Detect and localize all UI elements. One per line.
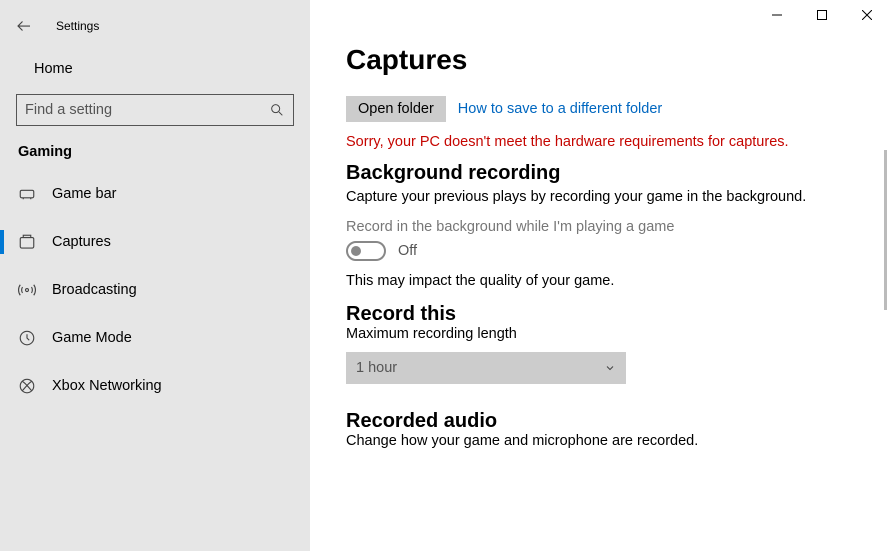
chevron-down-icon: [604, 362, 616, 374]
background-recording-toggle[interactable]: [346, 241, 386, 261]
scrollbar[interactable]: [884, 150, 887, 310]
recorded-audio-title: Recorded audio: [346, 410, 836, 433]
background-recording-desc: Capture your previous plays by recording…: [346, 189, 836, 205]
nav-label: Xbox Networking: [52, 378, 162, 394]
content-scroll[interactable]: Captures Open folder How to save to a di…: [310, 0, 889, 551]
page-title: Captures: [346, 44, 836, 76]
nav-label: Broadcasting: [52, 282, 137, 298]
toggle-knob: [351, 246, 361, 256]
max-length-label: Maximum recording length: [346, 326, 836, 342]
dropdown-value: 1 hour: [356, 360, 397, 376]
close-button[interactable]: [844, 0, 889, 30]
app-title: Settings: [56, 19, 99, 33]
window-controls: [754, 0, 889, 30]
toggle-state-label: Off: [398, 243, 417, 259]
section-header-gaming: Gaming: [0, 140, 310, 174]
recorded-audio-desc: Change how your game and microphone are …: [346, 433, 836, 449]
arrow-left-icon: [15, 17, 33, 35]
nav-label: Game Mode: [52, 330, 132, 346]
sidebar-item-captures[interactable]: Captures: [0, 222, 310, 262]
sidebar-item-home[interactable]: Home: [0, 52, 310, 86]
bg-impact-note: This may impact the quality of your game…: [346, 273, 836, 289]
game-bar-icon: [18, 185, 36, 203]
error-message: Sorry, your PC doesn't meet the hardware…: [346, 134, 836, 150]
save-different-folder-link[interactable]: How to save to a different folder: [458, 101, 662, 117]
titlebar: Settings: [0, 8, 310, 44]
nav-label: Game bar: [52, 186, 116, 202]
captures-icon: [18, 233, 36, 251]
back-button[interactable]: [8, 10, 40, 42]
nav-label: Captures: [52, 234, 111, 250]
search-input[interactable]: [25, 102, 269, 118]
record-this-title: Record this: [346, 303, 836, 326]
xbox-icon: [18, 377, 36, 395]
max-length-dropdown[interactable]: 1 hour: [346, 352, 626, 384]
open-folder-button[interactable]: Open folder: [346, 96, 446, 122]
minimize-button[interactable]: [754, 0, 799, 30]
maximize-icon: [817, 10, 827, 20]
sidebar: Settings Home Gaming Game bar Capt: [0, 0, 310, 551]
broadcasting-icon: [18, 281, 36, 299]
close-icon: [862, 10, 872, 20]
sidebar-item-xbox-networking[interactable]: Xbox Networking: [0, 366, 310, 406]
home-label: Home: [34, 61, 73, 77]
minimize-icon: [772, 10, 782, 20]
background-recording-title: Background recording: [346, 162, 836, 185]
maximize-button[interactable]: [799, 0, 844, 30]
main-panel: Captures Open folder How to save to a di…: [310, 0, 889, 551]
sidebar-item-game-bar[interactable]: Game bar: [0, 174, 310, 214]
bg-toggle-label: Record in the background while I'm playi…: [346, 219, 836, 235]
game-mode-icon: [18, 329, 36, 347]
search-icon: [269, 102, 285, 118]
sidebar-item-broadcasting[interactable]: Broadcasting: [0, 270, 310, 310]
search-box[interactable]: [16, 94, 294, 126]
sidebar-item-game-mode[interactable]: Game Mode: [0, 318, 310, 358]
